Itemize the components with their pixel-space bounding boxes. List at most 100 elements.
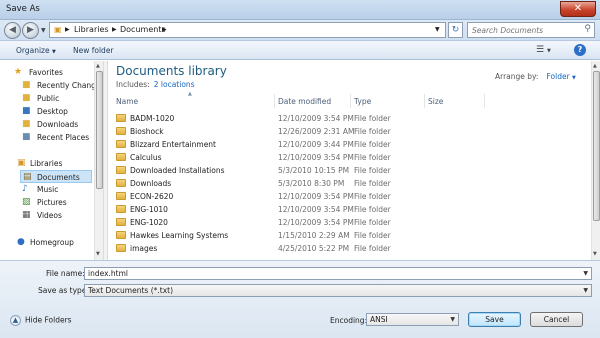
file-date: 12/10/2009 3:44 PM bbox=[278, 140, 354, 149]
column-header-type[interactable]: Type bbox=[354, 97, 371, 109]
folder-icon bbox=[116, 205, 126, 213]
file-row[interactable]: Calculus 12/10/2009 3:54 PM File folder bbox=[108, 151, 591, 164]
savetype-select[interactable]: Text Documents (*.txt) ▼ bbox=[84, 284, 592, 297]
downloads-folder-icon: ■ bbox=[22, 119, 31, 129]
file-date: 12/10/2009 3:54 PM bbox=[278, 153, 354, 162]
address-bar[interactable]: ▣ ▶ Libraries ▶ Documents ▶ ▼ bbox=[49, 22, 446, 38]
file-type: File folder bbox=[354, 114, 391, 123]
breadcrumb-separator-icon: ▶ bbox=[162, 26, 167, 33]
scroll-up-icon[interactable]: ▲ bbox=[593, 63, 597, 69]
column-divider[interactable] bbox=[274, 94, 275, 108]
file-list-pane: Documents library Includes: 2 locations A… bbox=[108, 61, 591, 260]
encoding-select[interactable]: ANSI ▼ bbox=[366, 313, 459, 326]
scroll-up-icon[interactable]: ▲ bbox=[96, 63, 100, 69]
scroll-down-icon[interactable]: ▼ bbox=[593, 251, 597, 257]
file-row[interactable]: BADM-1020 12/10/2009 3:54 PM File folder bbox=[108, 112, 591, 125]
star-icon: ★ bbox=[14, 67, 23, 77]
nav-item-documents[interactable]: ▤ Documents bbox=[20, 170, 92, 183]
column-divider[interactable] bbox=[424, 94, 425, 108]
title-bar: Save As ✕ bbox=[0, 0, 600, 20]
file-type: File folder bbox=[354, 218, 391, 227]
nav-item-label: Music bbox=[37, 185, 59, 194]
nav-item-label: Videos bbox=[37, 211, 62, 220]
chevron-down-icon[interactable]: ▼ bbox=[583, 270, 588, 277]
column-divider[interactable] bbox=[484, 94, 485, 108]
cancel-button[interactable]: Cancel bbox=[530, 312, 583, 327]
file-row[interactable]: images 4/25/2010 5:22 PM File folder bbox=[108, 242, 591, 255]
folder-icon bbox=[116, 153, 126, 161]
file-list-scrollbar[interactable]: ▲ ▼ bbox=[591, 61, 600, 260]
column-divider[interactable] bbox=[350, 94, 351, 108]
breadcrumb-libraries[interactable]: Libraries bbox=[74, 25, 109, 34]
savetype-value: Text Documents (*.txt) bbox=[88, 286, 174, 295]
file-date: 12/10/2009 3:54 PM bbox=[278, 218, 354, 227]
sort-ascending-icon: ▲ bbox=[188, 91, 192, 97]
file-type: File folder bbox=[354, 127, 391, 136]
navigation-pane: ★ Favorites ■ Recently Changed ■ Public … bbox=[0, 61, 103, 260]
nav-item-label: Recent Places bbox=[37, 133, 90, 142]
save-button[interactable]: Save bbox=[468, 312, 521, 327]
arrange-by-dropdown[interactable]: Folder ▼ bbox=[546, 72, 575, 81]
column-header-date[interactable]: Date modified bbox=[278, 97, 331, 109]
folder-icon: ■ bbox=[22, 80, 31, 90]
column-header-name[interactable]: Name bbox=[116, 97, 138, 109]
column-header-size[interactable]: Size bbox=[428, 97, 443, 109]
file-type: File folder bbox=[354, 179, 391, 188]
folder-icon: ■ bbox=[22, 93, 31, 103]
breadcrumb-separator-icon: ▶ bbox=[65, 26, 70, 33]
music-icon: ♪ bbox=[22, 184, 28, 194]
refresh-button[interactable]: ↻ bbox=[448, 22, 463, 38]
includes-locations-link[interactable]: 2 locations bbox=[154, 80, 195, 89]
filename-field[interactable]: ▼ bbox=[84, 267, 592, 280]
file-row[interactable]: ENG-1020 12/10/2009 3:54 PM File folder bbox=[108, 216, 591, 229]
folder-icon bbox=[116, 127, 126, 135]
file-row[interactable]: Downloaded Installations 5/3/2010 10:15 P… bbox=[108, 164, 591, 177]
breadcrumb-documents[interactable]: Documents bbox=[120, 25, 166, 34]
arrange-by-label: Arrange by: bbox=[495, 72, 539, 81]
file-row[interactable]: ENG-1010 12/10/2009 3:54 PM File folder bbox=[108, 203, 591, 216]
new-folder-button[interactable]: New folder bbox=[73, 46, 114, 55]
arrange-by: Arrange by: Folder ▼ bbox=[495, 72, 576, 81]
file-name: Downloaded Installations bbox=[130, 166, 225, 175]
nav-item-label: Recently Changed bbox=[37, 81, 94, 90]
library-icon: ▣ bbox=[17, 158, 26, 168]
folder-icon bbox=[116, 166, 126, 174]
help-icon[interactable]: ? bbox=[574, 44, 586, 56]
close-button[interactable]: ✕ bbox=[560, 1, 596, 17]
nav-scrollbar[interactable]: ▲ ▼ bbox=[94, 61, 103, 260]
folder-icon bbox=[116, 218, 126, 226]
hide-folders-button[interactable]: ▲ Hide Folders bbox=[10, 315, 72, 326]
search-box[interactable]: ⚲ bbox=[467, 22, 595, 38]
recent-places-icon: ■ bbox=[22, 132, 31, 142]
scroll-down-icon[interactable]: ▼ bbox=[96, 251, 100, 257]
file-name: ECON-2620 bbox=[130, 192, 174, 201]
file-type: File folder bbox=[354, 205, 391, 214]
search-icon: ⚲ bbox=[584, 24, 591, 34]
folder-icon bbox=[116, 192, 126, 200]
savetype-label: Save as type: bbox=[38, 286, 89, 295]
filename-input[interactable] bbox=[88, 268, 574, 279]
nav-item-label: Public bbox=[37, 94, 60, 103]
view-options-icon[interactable]: ☰ ▼ bbox=[536, 45, 551, 55]
save-form: File name: ▼ Save as type: Text Document… bbox=[0, 260, 600, 338]
file-date: 12/10/2009 3:54 PM bbox=[278, 114, 354, 123]
nav-item-label: Desktop bbox=[37, 107, 68, 116]
file-row[interactable]: Bioshock 12/26/2009 2:31 AM File folder bbox=[108, 125, 591, 138]
file-row[interactable]: ECON-2620 12/10/2009 3:54 PM File folder bbox=[108, 190, 591, 203]
address-dropdown-icon[interactable]: ▼ bbox=[435, 26, 440, 33]
file-row[interactable]: Blizzard Entertainment 12/10/2009 3:44 PM… bbox=[108, 138, 591, 151]
file-row[interactable]: Hawkes Learning Systems 1/15/2010 2:29 AM… bbox=[108, 229, 591, 242]
nav-item-label: Pictures bbox=[37, 198, 67, 207]
file-row[interactable]: Downloads 5/3/2010 8:30 PM File folder bbox=[108, 177, 591, 190]
nav-scroll-thumb[interactable] bbox=[96, 71, 103, 189]
nav-libraries-label: Libraries bbox=[30, 159, 63, 168]
search-input[interactable] bbox=[472, 23, 582, 37]
forward-button[interactable]: ▶ bbox=[22, 22, 39, 39]
back-button[interactable]: ◀ bbox=[4, 22, 21, 39]
homegroup-icon: ● bbox=[17, 237, 25, 247]
file-list-scroll-thumb[interactable] bbox=[593, 71, 600, 221]
organize-button[interactable]: Organize ▼ bbox=[16, 46, 56, 55]
library-icon: ▣ bbox=[54, 25, 62, 34]
nav-item-recently-changed[interactable]: ■ Recently Changed bbox=[22, 79, 94, 92]
recent-pages-dropdown-icon[interactable]: ▼ bbox=[41, 27, 46, 34]
